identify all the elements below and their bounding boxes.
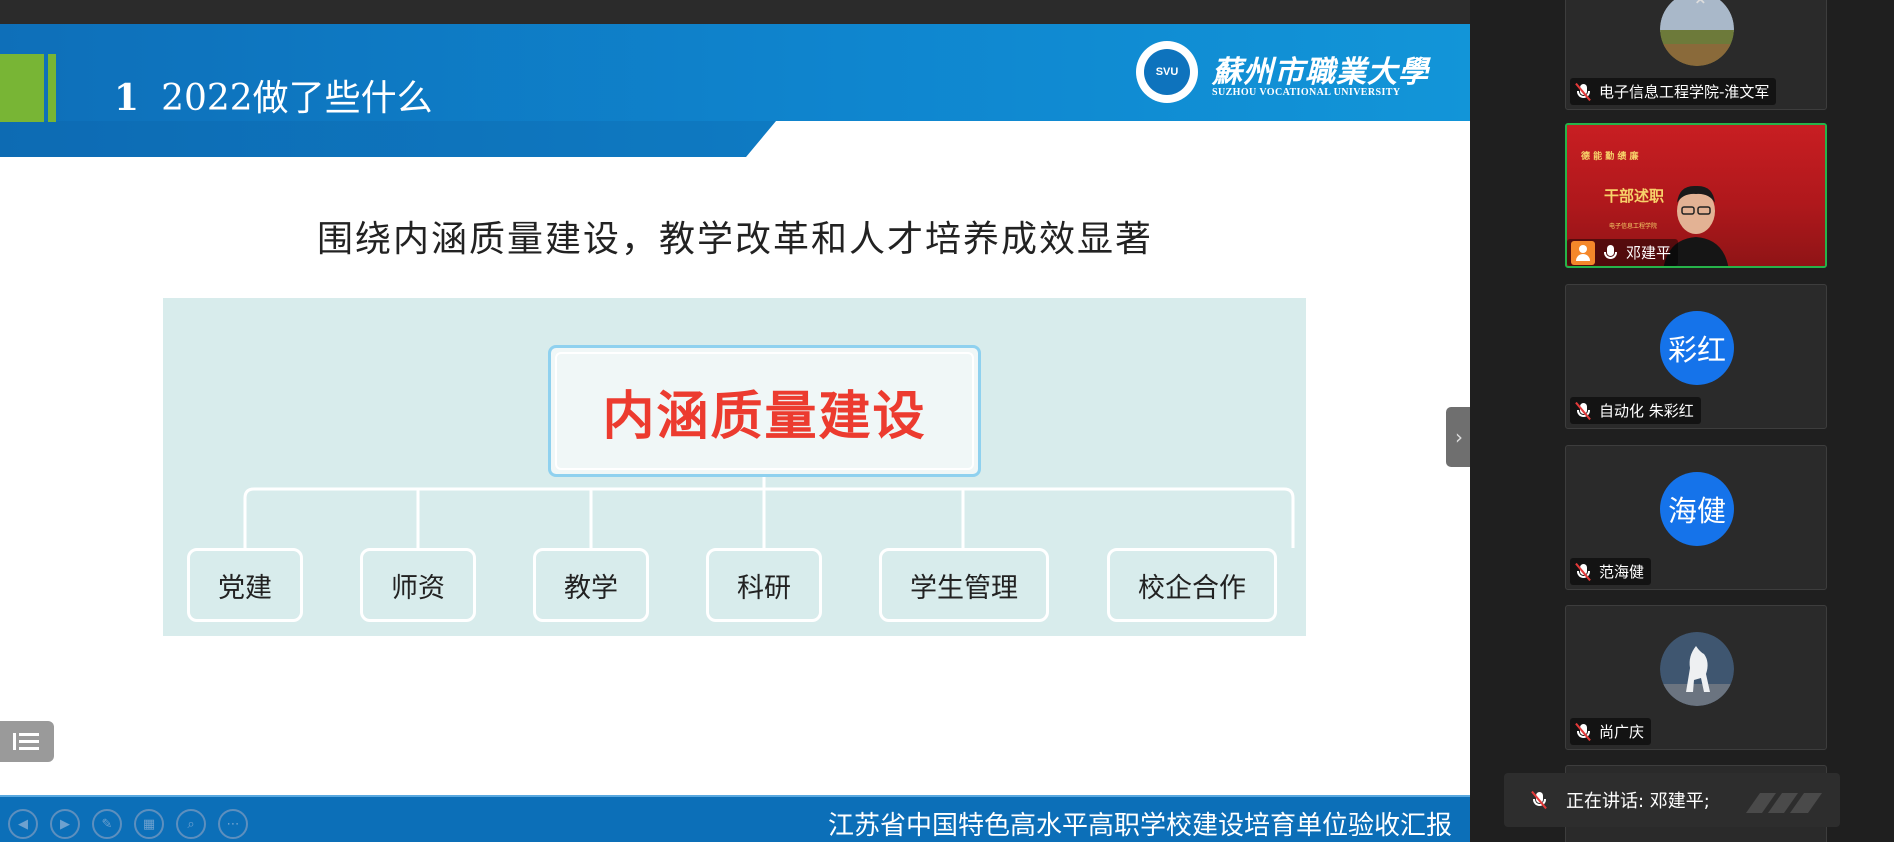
- list-icon-line-1: [19, 733, 39, 736]
- text-avatar: 彩红: [1660, 311, 1734, 385]
- muted-mic-icon: [1574, 401, 1592, 420]
- child-node-party: 党建: [187, 548, 303, 622]
- pen-icon[interactable]: ✎: [92, 809, 122, 839]
- accent-block-1: [0, 54, 44, 122]
- participant-tile[interactable]: 彩红 自动化 朱彩红: [1565, 284, 1827, 429]
- child-node-student-management: 学生管理: [879, 548, 1049, 622]
- video-banner-sub: 电子信息工程学院: [1609, 223, 1658, 230]
- chevron-right-icon[interactable]: ›: [1446, 407, 1472, 467]
- slide-viewer: 1 2022做了些什么 SVU 蘇州市職業大學 SUZHOU VOCATIONAL…: [0, 0, 1470, 842]
- viewer-topbar: [0, 0, 1470, 24]
- muted-mic-icon: [1574, 722, 1592, 741]
- child-node-research: 科研: [706, 548, 822, 622]
- muted-mic-icon: [1574, 562, 1592, 581]
- root-node-label: 内涵质量建设: [602, 386, 927, 447]
- participant-name-tag: 邓建平: [1567, 239, 1679, 266]
- presentation-slide: 1 2022做了些什么 SVU 蘇州市職業大學 SUZHOU VOCATIONAL…: [0, 24, 1470, 842]
- university-logo: SVU 蘇州市職業大學 SUZHOU VOCATIONAL UNIVERSITY: [1136, 41, 1428, 105]
- participant-name-tag: 尚广庆: [1570, 718, 1652, 745]
- child-node-faculty: 师资: [360, 548, 476, 622]
- logo-emblem: SVU: [1136, 41, 1198, 103]
- slide-footer: ◀ ▶ ✎ ▦ ⌕ ⋯ 江苏省中国特色高水平高职学校建设培育单位验收汇报: [0, 795, 1470, 842]
- chevron-up-icon[interactable]: ⌃: [1692, 0, 1709, 18]
- prev-icon[interactable]: ◀: [8, 809, 38, 839]
- accent-block-2: [48, 54, 56, 122]
- list-icon-line-2: [19, 740, 39, 743]
- video-banner-title: 干部述职: [1604, 187, 1665, 205]
- participant-name: 自动化 朱彩红: [1599, 402, 1694, 420]
- emblem-text: SVU: [1144, 49, 1190, 95]
- participant-tile-active[interactable]: 德 能 勤 绩 廉 干部述职 电子信息工程学院 邓建平: [1565, 123, 1827, 268]
- participant-name-tag: 电子信息工程学院-淮文军: [1570, 78, 1777, 105]
- more-icon[interactable]: ⋯: [218, 809, 248, 839]
- section-number: 1: [114, 77, 140, 119]
- slide-title: 1 2022做了些什么: [114, 69, 433, 121]
- participant-tile[interactable]: 尚广庆: [1565, 605, 1827, 750]
- participant-tile[interactable]: ⌃ 电子信息工程学院-淮文军: [1565, 0, 1827, 110]
- speaking-indicator: 正在讲话: 邓建平;: [1504, 773, 1840, 827]
- outline-list-button[interactable]: [0, 721, 54, 762]
- slides-icon[interactable]: ▦: [134, 809, 164, 839]
- participant-name-tag: 范海健: [1570, 558, 1652, 585]
- footer-text: 江苏省中国特色高水平高职学校建设培育单位验收汇报: [827, 811, 1452, 841]
- org-diagram: 内涵质量建设 党建 师资 教学 科研 学生管理 校企合作: [163, 298, 1306, 636]
- player-controls: ◀ ▶ ✎ ▦ ⌕ ⋯: [8, 809, 248, 839]
- muted-mic-icon: [1574, 82, 1592, 101]
- list-icon-bullet: [13, 733, 16, 750]
- slide-header: 1 2022做了些什么 SVU 蘇州市職業大學 SUZHOU VOCATIONAL…: [0, 24, 1470, 157]
- child-node-school-enterprise: 校企合作: [1107, 548, 1277, 622]
- text-avatar: 海健: [1660, 472, 1734, 546]
- participant-name: 邓建平: [1626, 244, 1672, 262]
- muted-mic-icon: [1530, 790, 1548, 810]
- participant-name: 范海健: [1599, 563, 1645, 581]
- participant-name: 尚广庆: [1599, 723, 1645, 741]
- title-text: 2022做了些什么: [161, 78, 433, 119]
- horse-avatar-icon: [1660, 632, 1734, 706]
- host-icon: [1571, 240, 1595, 265]
- logo-english-name: SUZHOU VOCATIONAL UNIVERSITY: [1212, 87, 1401, 98]
- next-icon[interactable]: ▶: [50, 809, 80, 839]
- participant-name: 电子信息工程学院-淮文军: [1599, 83, 1770, 101]
- child-node-teaching: 教学: [533, 548, 649, 622]
- mic-icon: [1601, 244, 1619, 262]
- app-watermark-icon: [1746, 793, 1822, 813]
- root-node: 内涵质量建设: [548, 345, 981, 477]
- slide-subtitle: 围绕内涵质量建设，教学改革和人才培养成效显著: [316, 219, 1153, 260]
- participant-panel: ⌃ 电子信息工程学院-淮文军 德 能 勤 绩 廉 干部述职 电子信息工程学院 邓…: [1470, 0, 1894, 842]
- speaking-text: 正在讲话: 邓建平;: [1566, 791, 1710, 812]
- list-icon-line-3: [19, 747, 39, 750]
- zoom-icon[interactable]: ⌕: [176, 809, 206, 839]
- participant-tile[interactable]: 海健 范海健: [1565, 445, 1827, 590]
- video-banner-top: 德 能 勤 绩 廉: [1581, 152, 1639, 162]
- logo-chinese-name: 蘇州市職業大學: [1212, 55, 1429, 90]
- participant-name-tag: 自动化 朱彩红: [1570, 397, 1701, 424]
